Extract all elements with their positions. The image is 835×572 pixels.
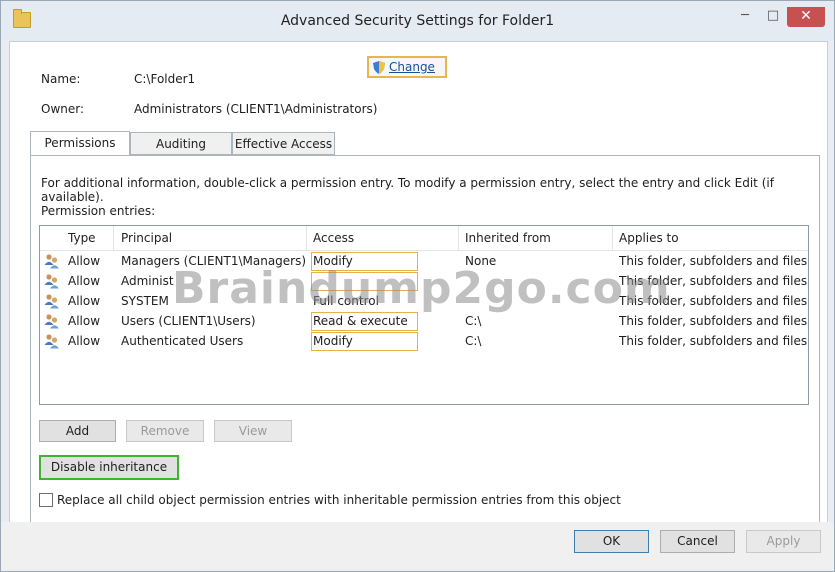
row-type: Allow <box>68 294 101 308</box>
row-type: Allow <box>68 314 101 328</box>
row-access: Full control <box>313 294 379 308</box>
row-inherited-from: C:\ <box>465 334 482 348</box>
row-type: Allow <box>68 334 101 348</box>
dialog-footer: OK Cancel Apply <box>1 522 834 571</box>
tab-auditing[interactable]: Auditing <box>130 132 232 155</box>
row-type: Allow <box>68 254 101 268</box>
entries-label: Permission entries: <box>41 204 156 218</box>
column-header-principal[interactable]: Principal <box>121 231 172 245</box>
name-label: Name: <box>41 72 81 86</box>
row-type: Allow <box>68 274 101 288</box>
shield-icon <box>373 61 385 74</box>
change-link-label: Change <box>389 60 435 74</box>
users-icon <box>44 314 59 329</box>
apply-button[interactable]: Apply <box>746 530 821 553</box>
window-title: Advanced Security Settings for Folder1 <box>280 13 555 29</box>
access-highlight <box>311 252 418 271</box>
column-header-type[interactable]: Type <box>68 231 96 245</box>
replace-child-permissions-checkbox[interactable] <box>39 493 53 507</box>
list-header: Type Principal Access Inherited from App… <box>40 226 808 251</box>
row-applies-to: This folder, subfolders and files <box>619 274 808 288</box>
column-header-inherited-from[interactable]: Inherited from <box>465 231 551 245</box>
view-button[interactable]: View <box>214 420 292 442</box>
table-row[interactable]: Allow Administ This folder, subfolders a… <box>40 272 808 292</box>
table-row[interactable]: Allow Authenticated Users Modify C:\ Thi… <box>40 332 808 352</box>
table-row[interactable]: Allow Users (CLIENT1\Users) Read & execu… <box>40 312 808 332</box>
close-button[interactable]: ✕ <box>787 7 825 27</box>
minimize-button[interactable]: ─ <box>733 7 757 27</box>
tab-permissions[interactable]: Permissions <box>30 131 130 156</box>
info-text: For additional information, double-click… <box>41 176 774 204</box>
row-applies-to: This folder, subfolders and files <box>619 334 808 348</box>
users-icon <box>44 334 59 349</box>
users-icon <box>44 254 59 269</box>
column-header-applies-to[interactable]: Applies to <box>619 231 679 245</box>
row-inherited-from: C:\ <box>465 314 482 328</box>
users-icon <box>44 274 59 289</box>
permission-entries-list[interactable]: Type Principal Access Inherited from App… <box>39 225 809 405</box>
column-header-access[interactable]: Access <box>313 231 354 245</box>
replace-child-permissions-label: Replace all child object permission entr… <box>57 493 621 507</box>
row-principal: Managers (CLIENT1\Managers) <box>121 254 307 268</box>
add-button[interactable]: Add <box>39 420 116 442</box>
tab-effective-access[interactable]: Effective Access <box>232 132 335 155</box>
table-row[interactable]: Allow Managers (CLIENT1\Managers) Modify… <box>40 252 808 272</box>
access-highlight <box>311 312 418 331</box>
row-applies-to: This folder, subfolders and files <box>619 254 808 268</box>
security-settings-window: Advanced Security Settings for Folder1 ─… <box>0 0 835 572</box>
owner-label: Owner: <box>41 102 85 116</box>
title-bar[interactable]: Advanced Security Settings for Folder1 ─… <box>1 1 834 41</box>
row-applies-to: This folder, subfolders and files <box>619 314 808 328</box>
row-principal: Administ <box>121 274 174 288</box>
users-icon <box>44 294 59 309</box>
row-principal: Users (CLIENT1\Users) <box>121 314 256 328</box>
row-applies-to: This folder, subfolders and files <box>619 294 808 308</box>
remove-button[interactable]: Remove <box>126 420 204 442</box>
change-owner-button[interactable]: Change <box>367 56 447 78</box>
table-row[interactable]: Allow SYSTEM Full control This folder, s… <box>40 292 808 312</box>
name-value: C:\Folder1 <box>134 72 196 86</box>
disable-inheritance-button[interactable]: Disable inheritance <box>39 455 179 480</box>
access-highlight <box>311 272 418 291</box>
access-highlight <box>311 332 418 351</box>
maximize-button[interactable]: □ <box>761 7 785 27</box>
row-inherited-from: None <box>465 254 497 268</box>
owner-value: Administrators (CLIENT1\Administrators) <box>134 102 378 116</box>
row-principal: Authenticated Users <box>121 334 244 348</box>
ok-button[interactable]: OK <box>574 530 649 553</box>
row-principal: SYSTEM <box>121 294 169 308</box>
cancel-button[interactable]: Cancel <box>660 530 735 553</box>
